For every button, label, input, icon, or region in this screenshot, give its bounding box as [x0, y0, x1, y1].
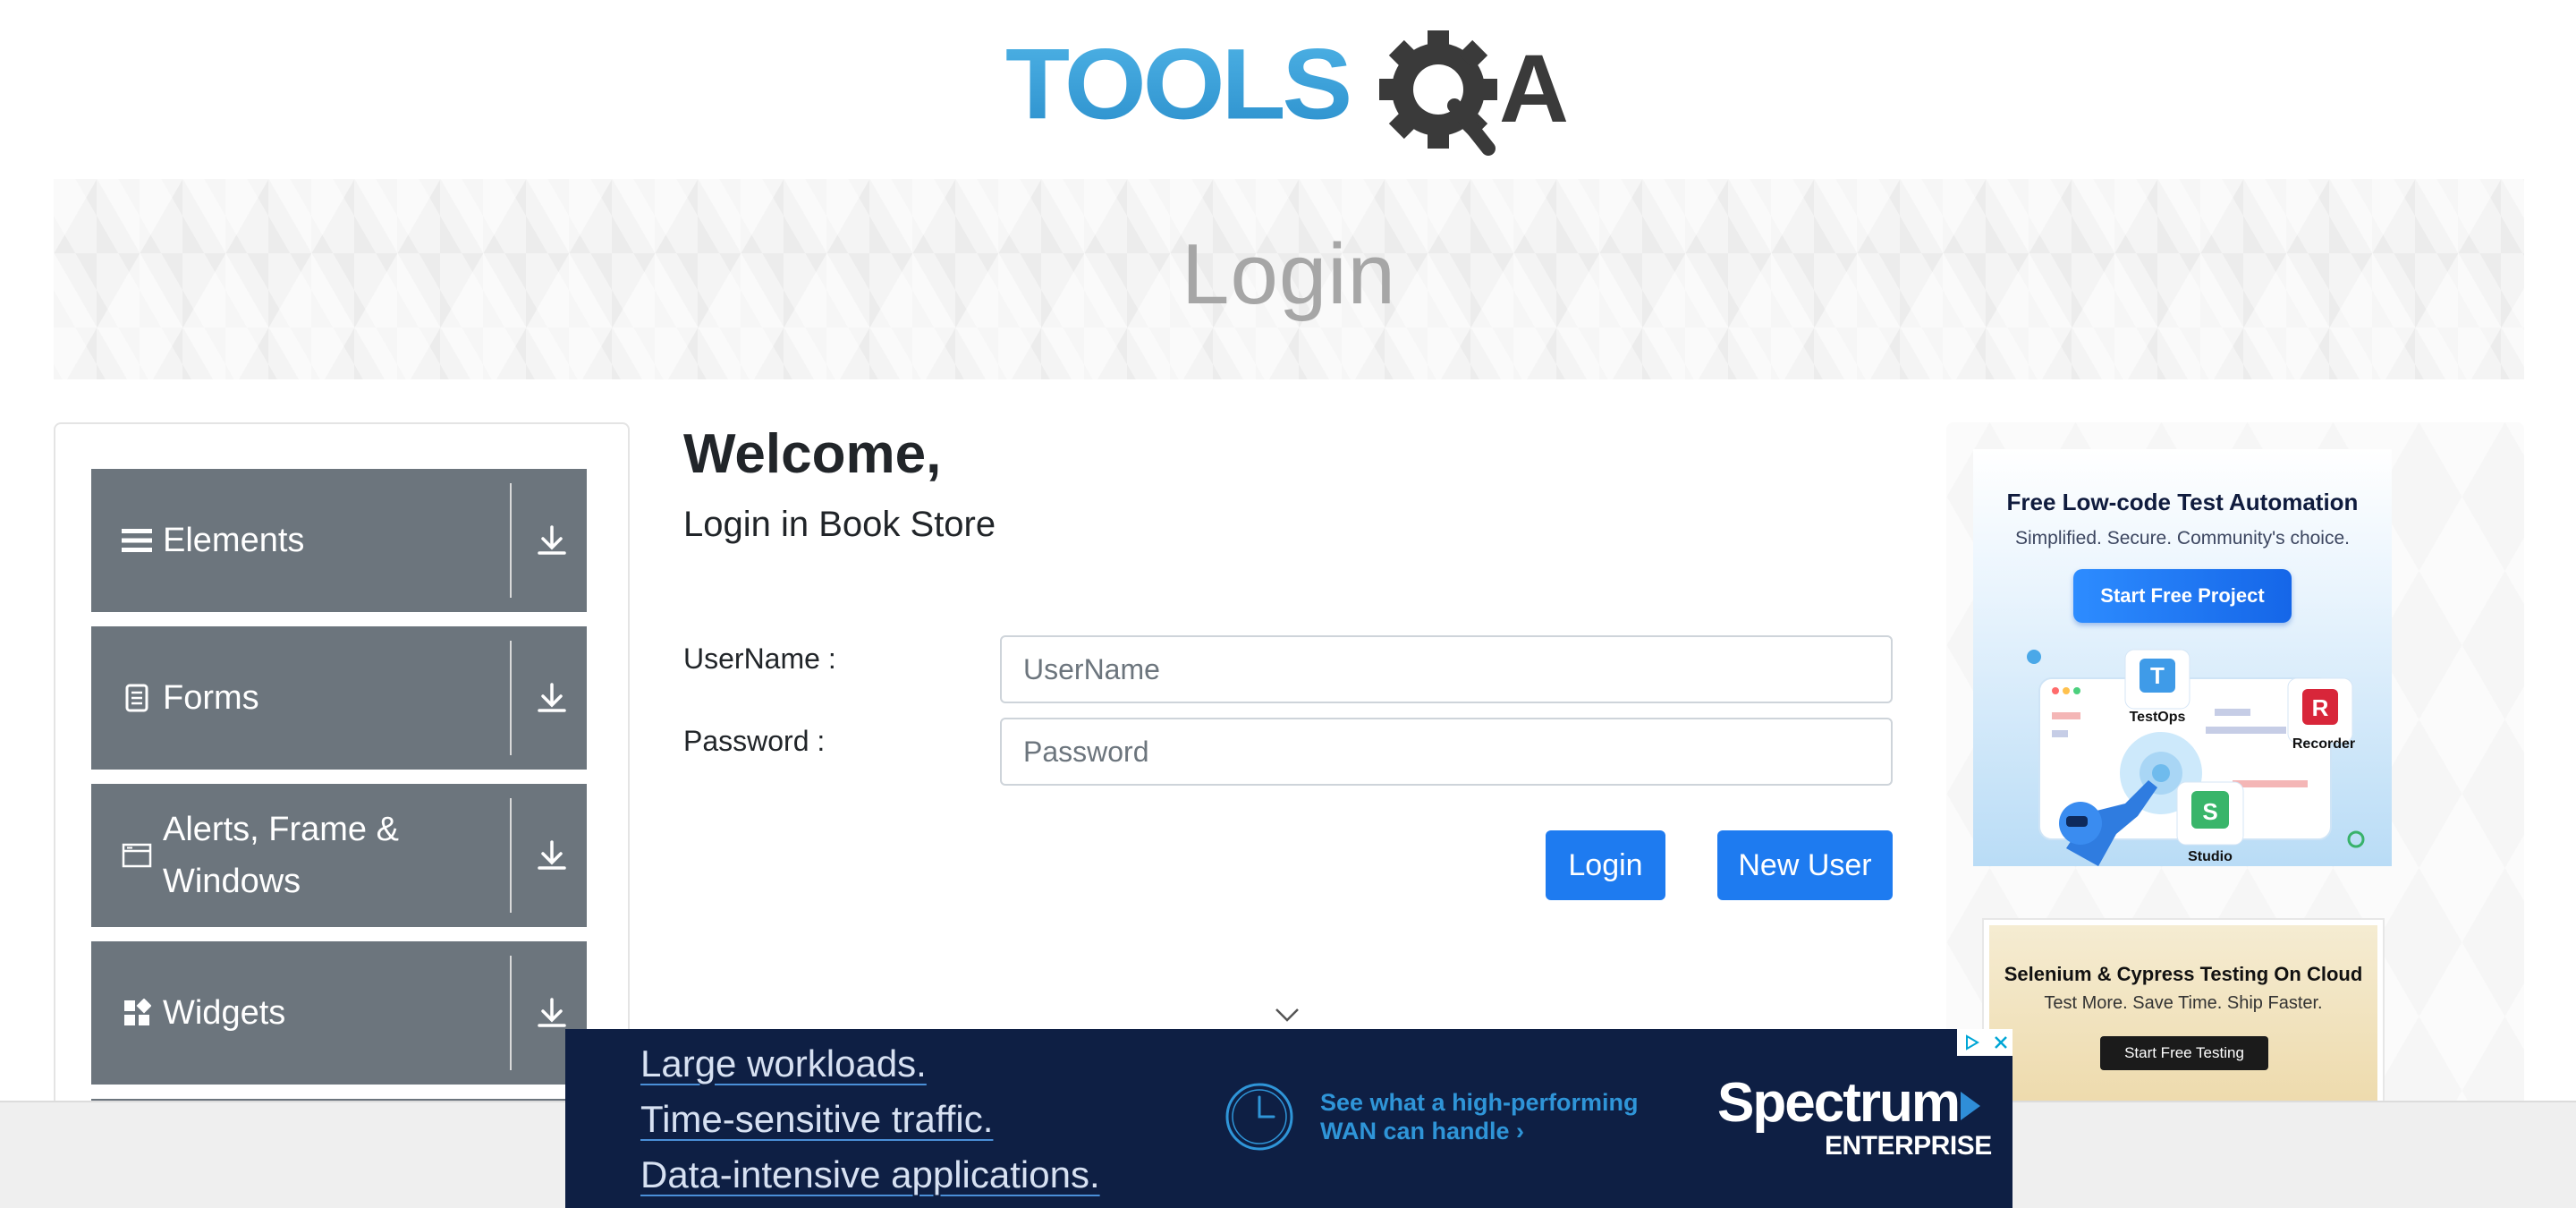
window-icon: [122, 840, 152, 871]
sidebar-group-forms[interactable]: Forms: [91, 626, 587, 770]
download-icon[interactable]: [535, 996, 569, 1030]
start-free-testing-button[interactable]: Start Free Testing: [2100, 1036, 2268, 1070]
new-user-button[interactable]: New User: [1717, 830, 1893, 900]
ad-subtitle: Simplified. Secure. Community's choice.: [2015, 528, 2350, 549]
password-input[interactable]: [1000, 718, 1893, 786]
ad-line: Time-sensitive traffic.: [640, 1098, 994, 1140]
divider: [510, 956, 512, 1070]
username-input[interactable]: [1000, 635, 1893, 703]
download-icon[interactable]: [535, 523, 569, 557]
svg-text:R: R: [2312, 694, 2329, 721]
sidebar-group-label: Forms: [163, 679, 259, 717]
sidebar-group-elements[interactable]: Elements: [91, 469, 587, 612]
ad-choices-icon[interactable]: [1957, 1029, 1987, 1056]
ad-cta-line: WAN can handle ›: [1320, 1118, 1525, 1144]
ad-line: Large workloads.: [640, 1042, 927, 1085]
ad-title: Free Low-code Test Automation: [2006, 489, 2359, 515]
welcome-heading: Welcome,: [683, 423, 942, 485]
sidebar-group-label: Elements: [163, 522, 305, 559]
ad-subtitle: Test More. Save Time. Ship Faster.: [2044, 993, 2323, 1013]
close-icon[interactable]: [1987, 1029, 2012, 1056]
play-arrow-icon: [1961, 1092, 1980, 1120]
sidebar-group-label: Widgets: [163, 994, 286, 1032]
page-title: Login: [1182, 226, 1396, 322]
divider: [510, 641, 512, 755]
password-label: Password :: [683, 725, 826, 757]
chevron-down-icon[interactable]: [1274, 1000, 1301, 1027]
ad-line: Data-intensive applications.: [640, 1153, 1100, 1195]
divider: [510, 798, 512, 913]
spectrum-logo: Spectrum ENTERPRISE: [1717, 1072, 1992, 1161]
divider: [510, 483, 512, 598]
testops-label: TestOps: [2130, 710, 2186, 725]
start-free-project-button[interactable]: Start Free Project: [2073, 569, 2292, 623]
sidebar-group-alerts-frame-windows[interactable]: Alerts, Frame & Windows: [91, 784, 587, 927]
ad-cta[interactable]: See what a high-performing WAN can handl…: [1320, 1088, 1639, 1145]
svg-text:TOOLS: TOOLS: [1005, 29, 1349, 140]
recorder-label: Recorder: [2292, 736, 2355, 752]
download-icon[interactable]: [535, 838, 569, 872]
username-label: UserName :: [683, 642, 836, 675]
hamburger-icon: [122, 525, 152, 556]
clock-icon: [1225, 1083, 1293, 1151]
studio-label: Studio: [2188, 849, 2233, 864]
toolsqa-logo-graphic: TOOLS A: [1005, 29, 1569, 156]
toolsqa-logo[interactable]: TOOLS A: [1002, 25, 1583, 168]
sidebar-group-label: Alerts, Frame & Windows: [163, 811, 399, 900]
brand-name: Spectrum: [1717, 1072, 1961, 1134]
right-ad-column: Free Low-code Test Automation Simplified…: [1946, 422, 2524, 1208]
brand-sub: ENTERPRISE: [1825, 1131, 1992, 1161]
sidebar-group-widgets[interactable]: Widgets: [91, 941, 587, 1085]
katalon-ad[interactable]: Free Low-code Test Automation Simplified…: [1973, 449, 2392, 866]
login-subtitle: Login in Book Store: [683, 505, 996, 544]
widgets-icon: [122, 998, 152, 1028]
ad-illustration: T TestOps R Recorder S Studio: [2027, 649, 2365, 866]
ad-cta-line: See what a high-performing: [1320, 1089, 1639, 1116]
spectrum-bottom-ad[interactable]: Large workloads. Time-sensitive traffic.…: [565, 1029, 2012, 1208]
page-banner: Login: [54, 179, 2524, 379]
svg-text:T: T: [2150, 662, 2165, 689]
svg-text:A: A: [1499, 34, 1569, 142]
document-icon: [122, 683, 152, 713]
svg-text:S: S: [2202, 798, 2217, 825]
login-button[interactable]: Login: [1546, 830, 1665, 900]
ad-title: Selenium & Cypress Testing On Cloud: [2004, 963, 2363, 985]
download-icon[interactable]: [535, 681, 569, 715]
ad-headline: Large workloads. Time-sensitive traffic.…: [640, 1036, 1100, 1203]
left-sidebar: Elements Forms Alerts, Frame & Windows W…: [54, 422, 630, 1208]
